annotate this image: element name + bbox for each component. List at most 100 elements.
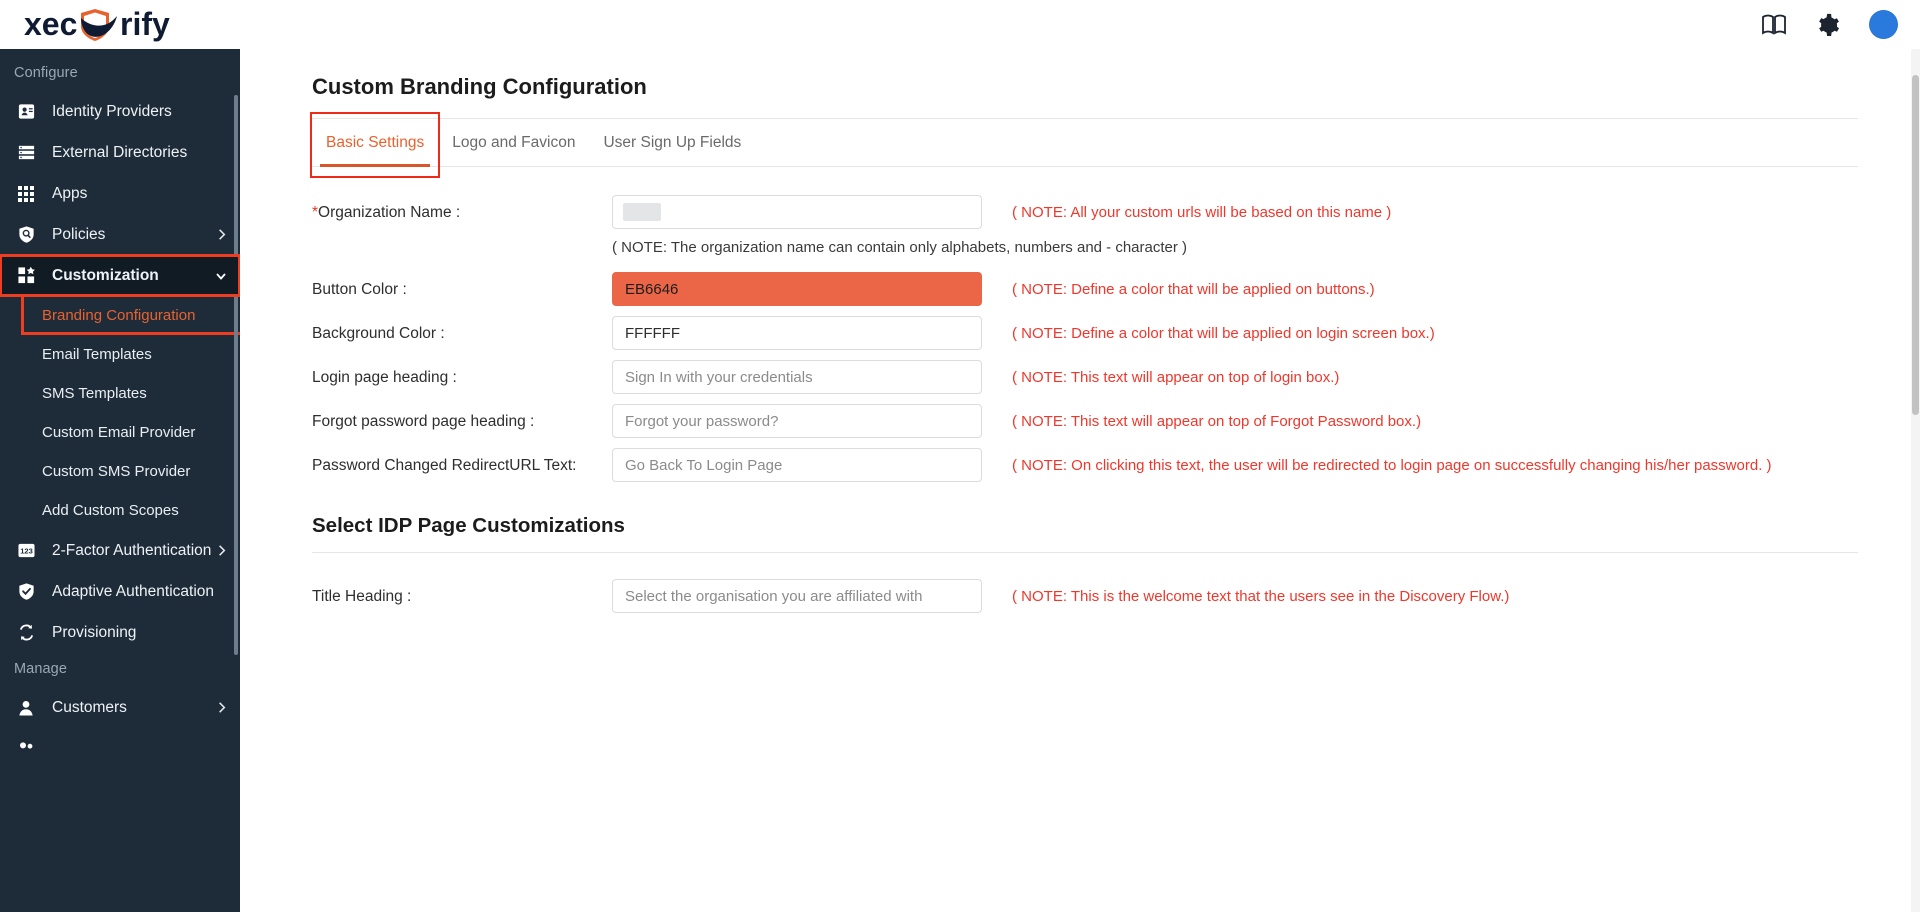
sidebar-item-label: Adaptive Authentication (52, 583, 214, 601)
label-login-page-heading: Login page heading : (312, 360, 612, 387)
svg-text:xec: xec (24, 6, 77, 42)
body-wrapper: Configure Identity Providers External Di… (0, 49, 1920, 912)
label-text: Organization Name : (318, 204, 460, 221)
customization-submenu: Branding Configuration Email Templates S… (0, 296, 240, 530)
tab-logo-and-favicon[interactable]: Logo and Favicon (438, 134, 589, 166)
puzzle-icon (14, 265, 38, 287)
shield-search-icon (14, 224, 38, 246)
chevron-right-icon (215, 228, 228, 241)
tab-basic-settings[interactable]: Basic Settings (312, 134, 438, 166)
row-forgot-password-heading: Forgot password page heading : ( NOTE: T… (312, 404, 1880, 438)
main-scrollbar[interactable] (1911, 49, 1920, 912)
row-button-color: Button Color : ( NOTE: Define a color th… (312, 272, 1880, 306)
user-icon (14, 697, 38, 719)
sidebar-item-add-custom-scopes[interactable]: Add Custom Scopes (0, 491, 240, 530)
field-background-color (612, 316, 982, 350)
sidebar-item-sms-templates[interactable]: SMS Templates (0, 374, 240, 413)
page-title: Custom Branding Configuration (272, 49, 1920, 118)
redacted-value-overlay (623, 203, 661, 221)
numeric-123-icon: 123 (14, 540, 38, 562)
main-content: Custom Branding Configuration Basic Sett… (240, 49, 1920, 912)
field-button-color (612, 272, 982, 306)
background-color-input[interactable] (612, 316, 982, 350)
sidebar-item-label: Provisioning (52, 624, 136, 642)
field-forgot-password-heading (612, 404, 982, 438)
subnote-organization-name: ( NOTE: The organization name can contai… (612, 239, 1187, 256)
sidebar-section-configure: Configure (0, 57, 240, 91)
sidebar-item-label: Policies (52, 226, 105, 244)
idp-customizations-form: Title Heading : ( NOTE: This is the welc… (312, 553, 1920, 613)
title-heading-input[interactable] (612, 579, 982, 613)
label-background-color: Background Color : (312, 316, 612, 343)
label-organization-name: *Organization Name : (312, 195, 612, 222)
row-login-page-heading: Login page heading : ( NOTE: This text w… (312, 360, 1880, 394)
note-forgot-password-heading: ( NOTE: This text will appear on top of … (982, 404, 1880, 432)
chevron-down-icon (214, 269, 228, 283)
top-bar: xec rify (0, 0, 1920, 49)
basic-settings-form: *Organization Name : ( NOTE: All your cu… (312, 167, 1880, 482)
tab-label: User Sign Up Fields (603, 134, 741, 151)
tab-label: Basic Settings (326, 134, 424, 151)
tab-user-sign-up-fields[interactable]: User Sign Up Fields (589, 134, 755, 166)
chevron-right-icon (215, 701, 228, 714)
sidebar-item-identity-providers[interactable]: Identity Providers (0, 91, 240, 132)
sidebar-item-branding-configuration[interactable]: Branding Configuration (0, 296, 240, 335)
sidebar-item-label: External Directories (52, 144, 187, 162)
tab-bar: Basic Settings Logo and Favicon User Sig… (312, 119, 1858, 167)
login-page-heading-input[interactable] (612, 360, 982, 394)
svg-text:123: 123 (20, 547, 33, 556)
users-icon (14, 738, 38, 760)
svg-text:rify: rify (120, 6, 170, 42)
sidebar-item-custom-sms-provider[interactable]: Custom SMS Provider (0, 452, 240, 491)
note-login-page-heading: ( NOTE: This text will appear on top of … (982, 360, 1880, 388)
sidebar-scrollbar[interactable] (234, 95, 238, 655)
note-title-heading: ( NOTE: This is the welcome text that th… (982, 579, 1920, 607)
button-color-input[interactable] (612, 272, 982, 306)
sidebar-subitem-label: Email Templates (42, 346, 152, 363)
sidebar-subitem-label: Custom SMS Provider (42, 463, 190, 480)
shield-check-icon (14, 581, 38, 603)
note-button-color: ( NOTE: Define a color that will be appl… (982, 272, 1880, 300)
sidebar-item-external-directories[interactable]: External Directories (0, 132, 240, 173)
sidebar-item-customization[interactable]: Customization (0, 255, 240, 296)
sidebar-item-provisioning[interactable]: Provisioning (0, 612, 240, 653)
forgot-password-heading-input[interactable] (612, 404, 982, 438)
password-changed-redirect-input[interactable] (612, 448, 982, 482)
field-organization-name (612, 195, 982, 229)
sidebar-item-apps[interactable]: Apps (0, 173, 240, 214)
sidebar-item-email-templates[interactable]: Email Templates (0, 335, 240, 374)
row-title-heading: Title Heading : ( NOTE: This is the welc… (312, 579, 1920, 613)
xecurify-logo[interactable]: xec rify (24, 0, 194, 49)
sidebar-section-manage: Manage (0, 653, 240, 687)
sidebar-item-policies[interactable]: Policies (0, 214, 240, 255)
chevron-right-icon (215, 544, 228, 557)
app-root: xec rify Configure (0, 0, 1920, 912)
section-title-user-provider-header-text: User Provider Header Text (312, 623, 1920, 643)
note-background-color: ( NOTE: Define a color that will be appl… (982, 316, 1880, 344)
documentation-icon[interactable] (1761, 12, 1787, 38)
field-password-changed-redirect (612, 448, 982, 482)
sidebar-item-label: Customers (52, 699, 127, 717)
sidebar-item-adaptive-authentication[interactable]: Adaptive Authentication (0, 571, 240, 612)
settings-gear-icon[interactable] (1815, 12, 1841, 38)
sidebar-item-label: Customization (52, 267, 159, 285)
organization-name-input[interactable] (612, 195, 982, 229)
main-scrollbar-thumb[interactable] (1912, 75, 1919, 415)
sidebar-subitem-label: SMS Templates (42, 385, 147, 402)
sidebar-item-label: Apps (52, 185, 87, 203)
sync-icon (14, 622, 38, 644)
sidebar-subitem-label: Add Custom Scopes (42, 502, 179, 519)
sidebar-item-label: Identity Providers (52, 103, 172, 121)
sidebar-item-partial[interactable] (0, 728, 240, 769)
sidebar-item-custom-email-provider[interactable]: Custom Email Provider (0, 413, 240, 452)
note-password-changed-redirect: ( NOTE: On clicking this text, the user … (982, 448, 1880, 476)
grid-icon (14, 183, 38, 205)
field-title-heading (612, 579, 982, 613)
row-organization-name: *Organization Name : ( NOTE: All your cu… (312, 195, 1880, 229)
sidebar-subitem-label: Custom Email Provider (42, 424, 195, 441)
sidebar-item-label: 2-Factor Authentication (52, 542, 211, 560)
user-avatar[interactable] (1869, 10, 1898, 39)
label-button-color: Button Color : (312, 272, 612, 299)
sidebar-item-customers[interactable]: Customers (0, 687, 240, 728)
sidebar-item-2-factor-authentication[interactable]: 123 2-Factor Authentication (0, 530, 240, 571)
